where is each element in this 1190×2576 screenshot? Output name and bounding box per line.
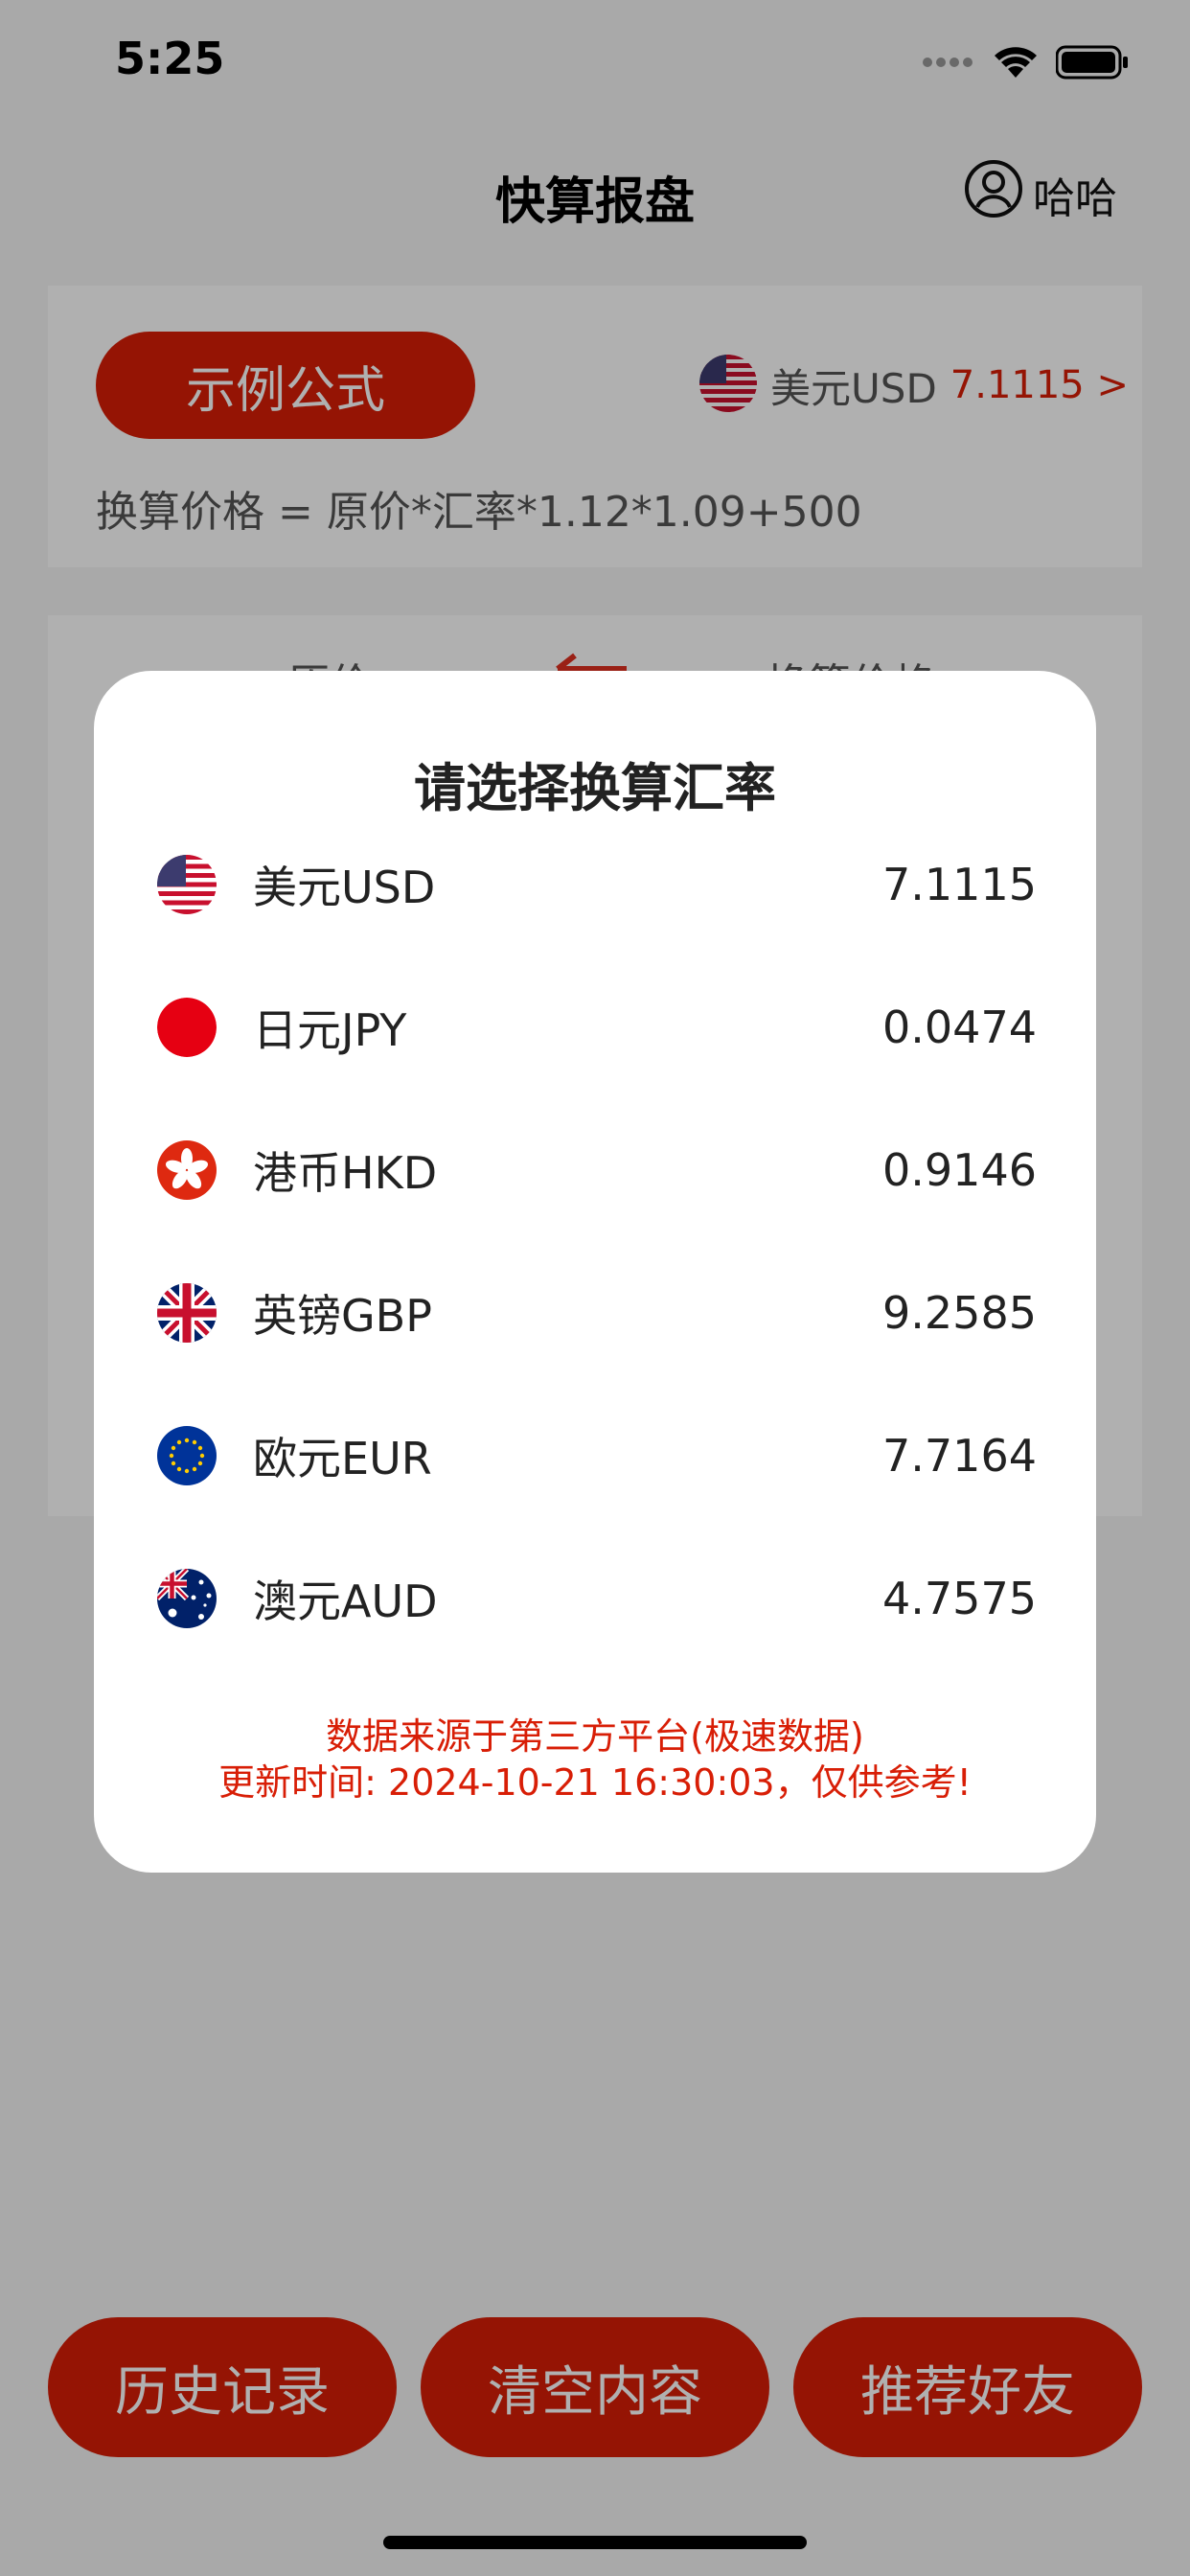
rate-value: 7.1115 (882, 859, 1037, 910)
rate-name: 澳元AUD (253, 1576, 438, 1627)
rate-value: 0.0474 (882, 1001, 1037, 1053)
rate-option-hkd[interactable]: 港币HKD 0.9146 (157, 1137, 1077, 1204)
rate-option-eur[interactable]: 欧元EUR 7.7164 (157, 1422, 1077, 1489)
rate-name: 日元JPY (253, 1004, 407, 1056)
dialog-title: 请选择换算汇率 (414, 758, 776, 818)
rate-option-usd[interactable]: 美元USD 7.1115 (157, 851, 1077, 918)
rate-option-aud[interactable]: 澳元AUD 4.7575 (157, 1565, 1077, 1632)
eu-flag-icon (157, 1426, 217, 1485)
hk-flag-icon (157, 1140, 217, 1200)
rate-name: 港币HKD (253, 1147, 438, 1199)
au-flag-icon (157, 1569, 217, 1628)
data-source-line: 数据来源于第三方平台(极速数据) (326, 1715, 864, 1758)
rate-option-jpy[interactable]: 日元JPY 0.0474 (157, 994, 1077, 1061)
rate-name: 美元USD (253, 862, 436, 913)
uk-flag-icon (157, 1283, 217, 1343)
rate-value: 0.9146 (882, 1144, 1037, 1196)
rate-value: 4.7575 (882, 1573, 1037, 1624)
rate-select-dialog: 请选择换算汇率 美元USD 7.1115 日元JPY 0.0474 港币HKD … (94, 671, 1096, 1873)
jp-flag-icon (157, 998, 217, 1057)
rate-value: 7.7164 (882, 1430, 1037, 1482)
rate-value: 9.2585 (882, 1287, 1037, 1339)
rate-option-gbp[interactable]: 英镑GBP 9.2585 (157, 1279, 1077, 1346)
update-time-line: 更新时间: 2024-10-21 16:30:03，仅供参考! (218, 1761, 972, 1804)
rate-name: 英镑GBP (253, 1290, 432, 1342)
data-source-note: 数据来源于第三方平台(极速数据) 更新时间: 2024-10-21 16:30:… (94, 1714, 1096, 1806)
rate-name: 欧元EUR (253, 1433, 432, 1484)
us-flag-icon (157, 855, 217, 914)
